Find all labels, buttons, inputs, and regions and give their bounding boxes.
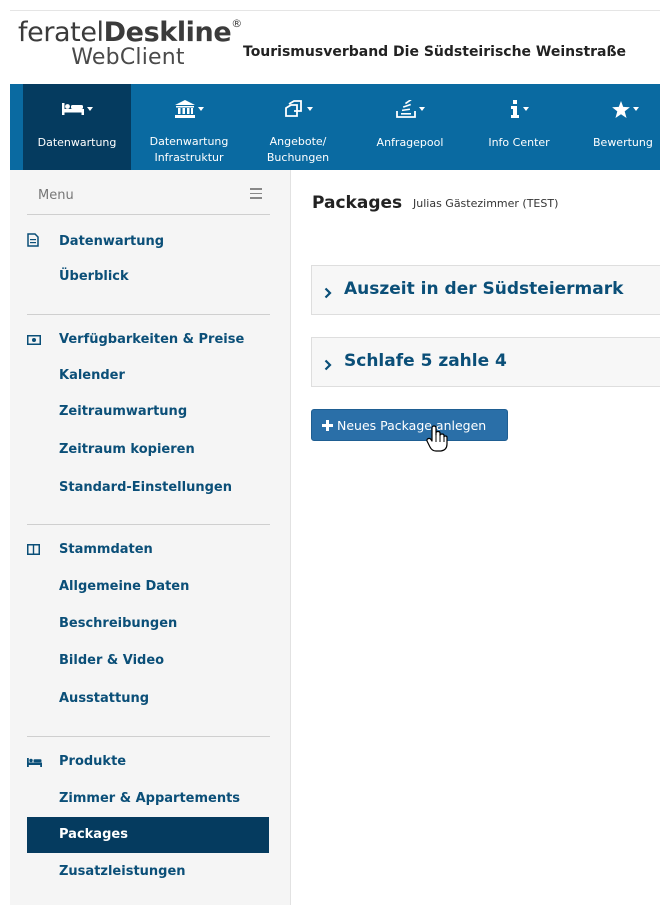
document-icon bbox=[27, 233, 41, 247]
package-title: Schlafe 5 zahle 4 bbox=[344, 351, 507, 371]
sidebar-item-packages[interactable]: Packages bbox=[27, 817, 269, 853]
star-icon bbox=[581, 98, 660, 120]
menu-header: Menu bbox=[10, 170, 280, 210]
money-icon bbox=[27, 334, 41, 348]
top-navigation: Datenwartung Datenwartung Infrastruktur … bbox=[10, 84, 660, 170]
info-icon bbox=[480, 98, 558, 120]
bed-icon bbox=[27, 756, 42, 770]
nav-bewertung[interactable]: Bewertung bbox=[581, 84, 660, 170]
sidebar-item-zusatzleistungen[interactable]: Zusatzleistungen bbox=[59, 864, 186, 879]
organization-title: Tourismusverband Die Südsteirische Weins… bbox=[243, 44, 627, 60]
sidebar-item-ausstattung[interactable]: Ausstattung bbox=[59, 691, 149, 706]
sidebar-item-bilder-video[interactable]: Bilder & Video bbox=[59, 653, 164, 668]
sidebar-item-zeitraum-kopieren[interactable]: Zeitraum kopieren bbox=[59, 442, 195, 457]
page-title: Packages bbox=[312, 193, 403, 213]
bed-icon bbox=[23, 98, 131, 120]
package-row[interactable]: Auszeit in der Südsteiermark bbox=[311, 265, 660, 315]
institution-icon bbox=[136, 98, 242, 120]
nav-datenwartung-infrastruktur[interactable]: Datenwartung Infrastruktur bbox=[136, 84, 242, 170]
menu-divider bbox=[27, 736, 270, 737]
logo-webclient: WebClient bbox=[71, 45, 185, 70]
chevron-right-icon bbox=[324, 356, 332, 375]
sidebar: Menu Datenwartung Überblick Verfügbarkei… bbox=[10, 170, 291, 905]
section-datenwartung[interactable]: Datenwartung bbox=[27, 233, 164, 249]
hand-cursor-icon bbox=[426, 425, 456, 457]
logo-wordmark: feratelDeskline® bbox=[18, 17, 242, 48]
nav-anfragepool[interactable]: Anfragepool bbox=[364, 84, 456, 170]
chevron-right-icon bbox=[324, 284, 332, 303]
nav-datenwartung[interactable]: Datenwartung bbox=[23, 84, 131, 170]
inquiry-pool-icon bbox=[364, 98, 456, 120]
sidebar-item-zimmer-appartements[interactable]: Zimmer & Appartements bbox=[59, 791, 240, 806]
plus-icon bbox=[322, 419, 334, 431]
section-verfuegbarkeiten-preise[interactable]: Verfügbarkeiten & Preise bbox=[27, 332, 244, 348]
sidebar-item-allgemeine-daten[interactable]: Allgemeine Daten bbox=[59, 579, 189, 594]
columns-icon bbox=[27, 544, 41, 558]
menu-label: Menu bbox=[38, 188, 74, 203]
feratel-deskline-logo[interactable]: feratelDeskline® WebClient bbox=[18, 17, 242, 70]
page-subtitle: Julias Gästezimmer (TEST) bbox=[413, 197, 559, 210]
section-stammdaten[interactable]: Stammdaten bbox=[27, 542, 153, 558]
sidebar-item-zeitraumwartung[interactable]: Zeitraumwartung bbox=[59, 404, 187, 419]
sidebar-item-beschreibungen[interactable]: Beschreibungen bbox=[59, 616, 177, 631]
header-divider bbox=[10, 10, 660, 11]
add-package-button[interactable]: Neues Package anlegen bbox=[311, 409, 508, 441]
menu-divider bbox=[27, 214, 270, 215]
menu-divider bbox=[27, 524, 270, 525]
package-row[interactable]: Schlafe 5 zahle 4 bbox=[311, 337, 660, 387]
offers-icon bbox=[250, 98, 346, 120]
section-produkte[interactable]: Produkte bbox=[27, 754, 126, 770]
sidebar-item-kalender[interactable]: Kalender bbox=[59, 368, 125, 383]
sidebar-item-ueberblick[interactable]: Überblick bbox=[59, 269, 129, 284]
menu-toggle-icon[interactable] bbox=[250, 188, 262, 199]
sidebar-item-standard-einstellungen[interactable]: Standard-Einstellungen bbox=[59, 480, 232, 495]
nav-info-center[interactable]: Info Center bbox=[480, 84, 558, 170]
package-title: Auszeit in der Südsteiermark bbox=[344, 279, 624, 299]
nav-angebote-buchungen[interactable]: Angebote/ Buchungen bbox=[250, 84, 346, 170]
menu-divider bbox=[27, 314, 270, 315]
